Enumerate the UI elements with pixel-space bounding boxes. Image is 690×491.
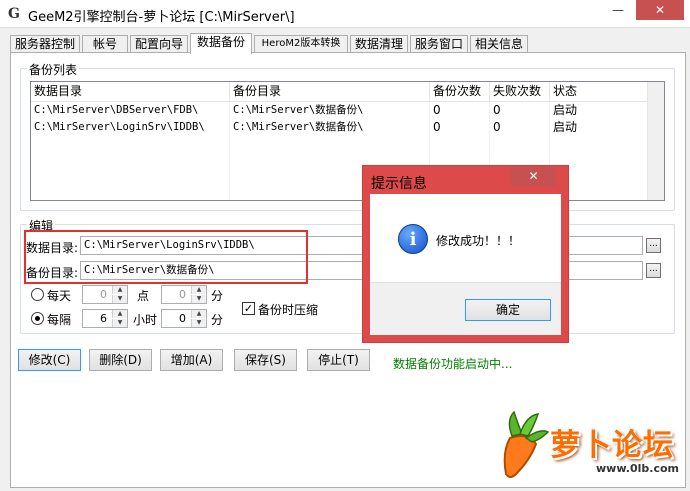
column-header-fail-count[interactable]: 失败次数 — [490, 82, 550, 102]
spin-down-icon[interactable]: ▼ — [112, 295, 127, 303]
tab-config-wizard[interactable]: 配置向导 — [130, 35, 188, 53]
logo-url: www.0lb.com — [596, 462, 679, 475]
stop-button[interactable]: 停止(T) — [307, 349, 370, 371]
spin-down-icon[interactable]: ▼ — [191, 295, 206, 303]
column-header-status[interactable]: 状态 — [550, 82, 648, 102]
interval-hours-value: 6 — [100, 312, 107, 325]
minute-unit-label: 分 — [211, 289, 224, 303]
title-bar: G GeeM2引擎控制台-萝卜论坛 [C:\MirServer\] — ✕ — [0, 0, 690, 28]
minutes-unit-label: 分 — [211, 313, 224, 327]
spin-down-icon[interactable]: ▼ — [191, 319, 206, 327]
cell-backup-count: 0 — [433, 120, 441, 134]
save-button[interactable]: 保存(S) — [234, 349, 297, 371]
backup-dir-browse-button[interactable]: ... — [646, 263, 661, 278]
site-logo: 萝卜论坛 www.0lb.com — [496, 408, 679, 482]
column-header-data-dir[interactable]: 数据目录 — [31, 82, 230, 102]
interval-label: 每隔 — [47, 313, 72, 327]
tab-data-backup[interactable]: 数据备份 — [190, 33, 252, 54]
cell-backup-dir: C:\MirServer\数据备份\ — [233, 121, 364, 133]
hour-unit-label: 点 — [137, 289, 150, 303]
interval-radio[interactable] — [31, 312, 44, 325]
window-title: GeeM2引擎控制台-萝卜论坛 [C:\MirServer\] — [28, 10, 295, 25]
daily-hour-value: 0 — [100, 288, 107, 301]
minimize-button[interactable]: — — [604, 0, 632, 20]
daily-minute-stepper[interactable]: 0 ▲ ▼ — [161, 285, 207, 304]
ok-button[interactable]: 确定 — [465, 299, 551, 321]
close-button[interactable]: ✕ — [636, 0, 684, 20]
daily-radio[interactable] — [31, 288, 44, 301]
dialog-footer: 确定 — [370, 282, 561, 335]
table-row[interactable]: C:\MirServer\DBServer\FDB\ C:\MirServer\… — [31, 102, 651, 119]
data-dir-browse-button[interactable]: ... — [646, 238, 661, 253]
interval-minutes-value: 0 — [179, 312, 186, 325]
cell-status: 启动 — [553, 120, 578, 134]
dialog-body: i 修改成功！！！ 确定 — [370, 194, 561, 335]
spin-down-icon[interactable]: ▼ — [112, 319, 127, 327]
table-row[interactable]: C:\MirServer\LoginSrv\IDDB\ C:\MirServer… — [31, 119, 651, 136]
cell-fail-count: 0 — [493, 103, 501, 117]
cell-status: 启动 — [553, 103, 578, 117]
hours-unit-label: 小时 — [133, 313, 158, 327]
modify-button[interactable]: 修改(C) — [18, 349, 81, 371]
list-scrollbar[interactable] — [647, 82, 664, 200]
delete-button[interactable]: 删除(D) — [89, 349, 152, 371]
spin-up-icon[interactable]: ▲ — [191, 310, 206, 318]
daily-minute-value: 0 — [179, 288, 186, 301]
spin-up-icon[interactable]: ▲ — [112, 310, 127, 318]
info-icon: i — [398, 224, 428, 254]
tab-data-cleanup[interactable]: 数据清理 — [350, 35, 408, 53]
list-header: 数据目录 备份目录 备份次数 失败次数 状态 — [31, 82, 651, 102]
tab-herom2-convert[interactable]: HeroM2版本转换 — [254, 35, 348, 53]
cell-data-dir: C:\MirServer\LoginSrv\IDDB\ — [34, 121, 205, 133]
compress-label: 备份时压缩 — [258, 303, 319, 317]
cell-fail-count: 0 — [493, 120, 501, 134]
cell-data-dir: C:\MirServer\DBServer\FDB\ — [34, 104, 199, 116]
app-icon: G — [8, 6, 20, 22]
column-header-backup-count[interactable]: 备份次数 — [430, 82, 490, 102]
interval-minutes-stepper[interactable]: 0 ▲ ▼ — [161, 309, 207, 328]
dialog-message: 修改成功！！！ — [436, 234, 521, 248]
daily-hour-stepper[interactable]: 0 ▲ ▼ — [82, 285, 128, 304]
backup-list-title: 备份列表 — [27, 61, 80, 78]
highlight-box — [24, 230, 308, 284]
daily-label: 每天 — [47, 289, 72, 303]
tab-account[interactable]: 帐号 — [82, 35, 128, 53]
spin-up-icon[interactable]: ▲ — [112, 286, 127, 294]
tab-related-info[interactable]: 相关信息 — [470, 35, 528, 53]
interval-hours-stepper[interactable]: 6 ▲ ▼ — [82, 309, 128, 328]
backup-list-view[interactable]: 数据目录 备份目录 备份次数 失败次数 状态 C:\MirServer\DBSe… — [30, 81, 665, 201]
add-button[interactable]: 增加(A) — [160, 349, 223, 371]
dialog-close-button[interactable]: ✕ — [511, 167, 556, 186]
compress-checkbox[interactable]: ✓ — [242, 302, 255, 315]
status-message: 数据备份功能启动中... — [393, 357, 513, 371]
cell-backup-count: 0 — [433, 103, 441, 117]
logo-text: 萝卜论坛 — [550, 428, 674, 463]
cell-backup-dir: C:\MirServer\数据备份\ — [233, 104, 364, 116]
column-header-backup-dir[interactable]: 备份目录 — [230, 82, 430, 102]
carrot-icon — [503, 410, 550, 478]
tab-service-window[interactable]: 服务窗口 — [410, 35, 468, 53]
tab-server-control[interactable]: 服务器控制 — [10, 35, 80, 53]
spin-up-icon[interactable]: ▲ — [191, 286, 206, 294]
dialog-title: 提示信息 — [371, 176, 427, 192]
info-dialog: 提示信息 ✕ i 修改成功！！！ 确定 — [362, 165, 569, 343]
